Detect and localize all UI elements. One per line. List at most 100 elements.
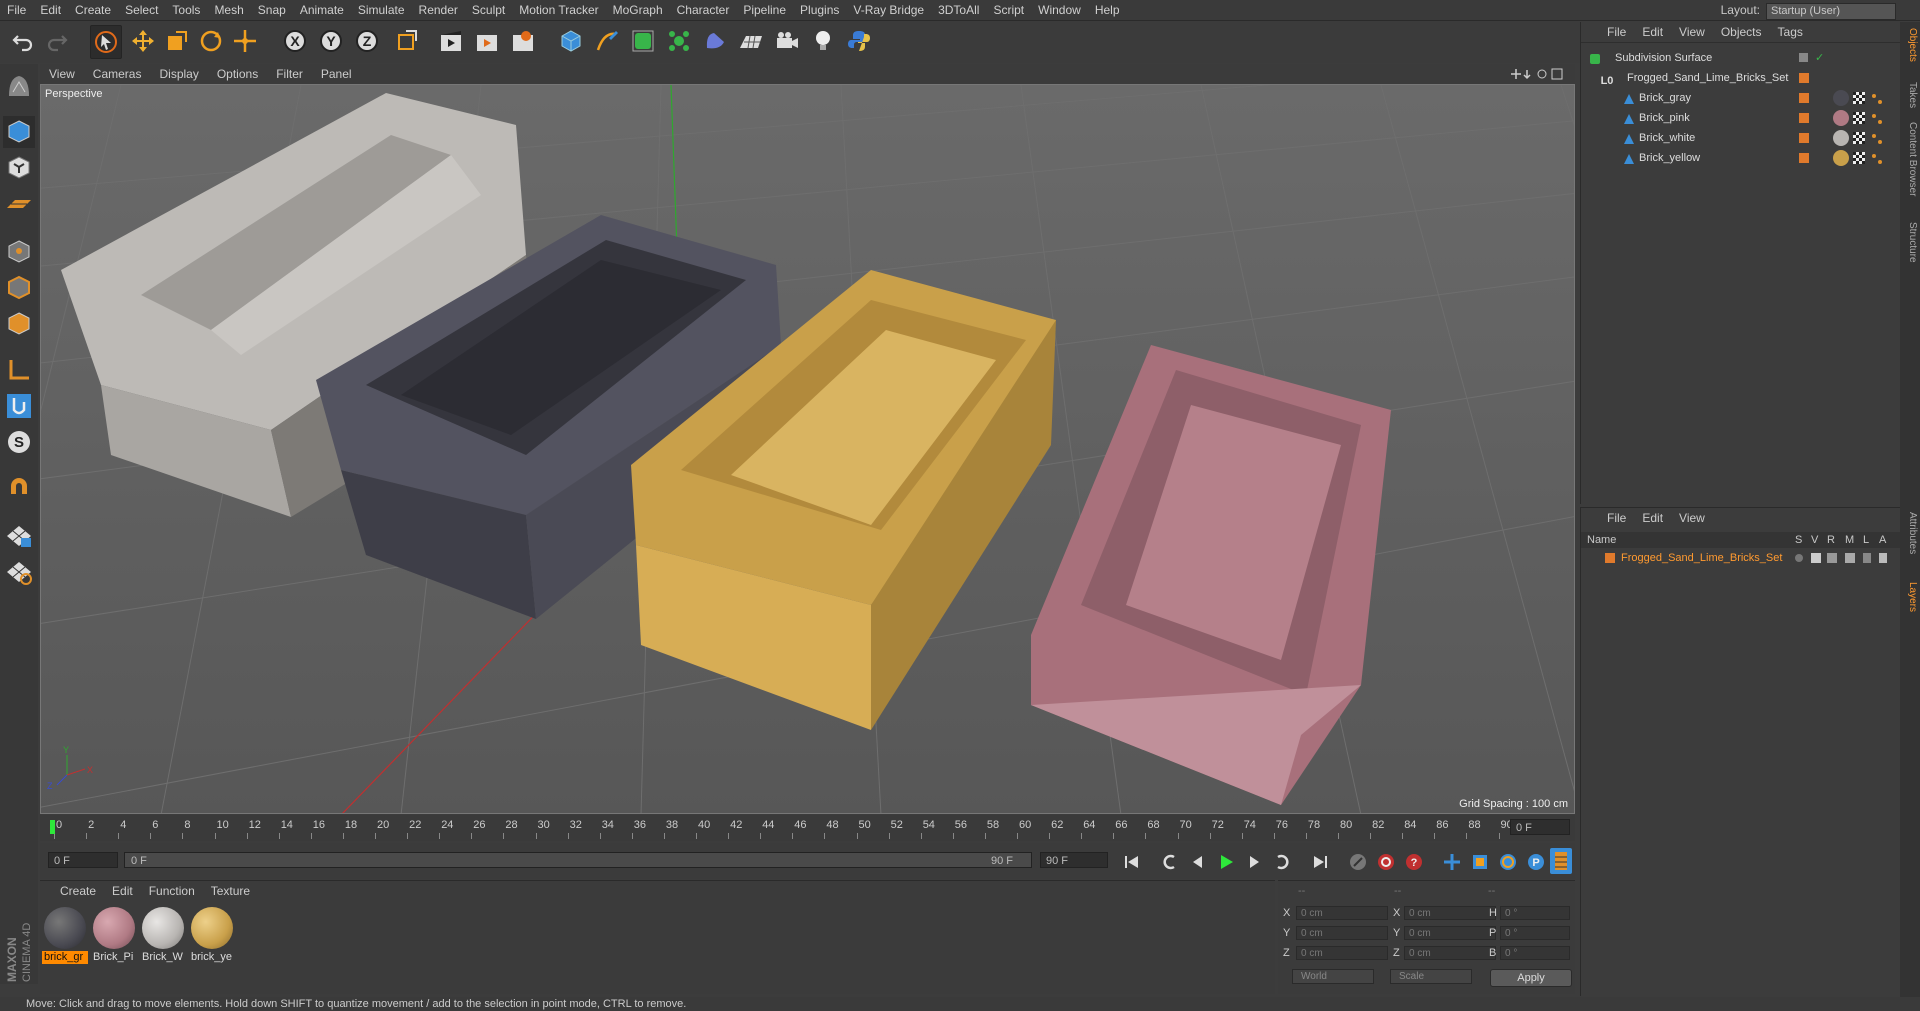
next-frame-icon[interactable] xyxy=(1242,851,1266,873)
viewport-nav-icons[interactable] xyxy=(1509,67,1569,81)
viewport-perspective[interactable]: Y X Z Perspective Grid Spacing : 100 cm xyxy=(40,84,1575,814)
current-frame-field[interactable]: 0 F xyxy=(1510,819,1570,835)
points-mode-icon[interactable] xyxy=(3,236,35,268)
material-swatch[interactable]: brick_ye xyxy=(189,905,235,964)
objects-menu-tags[interactable]: Tags xyxy=(1770,22,1811,42)
position-x-field[interactable]: 0 cm xyxy=(1296,906,1388,920)
viewport-menu-view[interactable]: View xyxy=(40,64,84,84)
menu-window[interactable]: Window xyxy=(1031,0,1088,20)
uvw-tag-icon[interactable] xyxy=(1853,152,1865,164)
size-y-field[interactable]: 0 cm xyxy=(1404,926,1496,940)
timeline-toggle-icon[interactable] xyxy=(1550,848,1572,874)
key-parameter-icon[interactable]: P xyxy=(1524,851,1548,873)
editor-visibility-icon[interactable] xyxy=(1799,53,1808,62)
object-row[interactable]: Brick_white xyxy=(1581,128,1901,148)
menu-snap[interactable]: Snap xyxy=(251,0,293,20)
menu-script[interactable]: Script xyxy=(986,0,1031,20)
transform-icon[interactable] xyxy=(230,25,260,57)
cloner-icon[interactable] xyxy=(664,25,694,57)
view-toggle-icon[interactable] xyxy=(1811,553,1821,563)
next-keyframe-icon[interactable] xyxy=(1270,851,1294,873)
layer-row[interactable]: Frogged_Sand_Lime_Bricks_Set xyxy=(1581,550,1901,566)
edges-mode-icon[interactable] xyxy=(3,272,35,304)
animation-toggle-icon[interactable] xyxy=(1879,553,1887,563)
objects-menu-file[interactable]: File xyxy=(1599,22,1634,42)
layout-dropdown[interactable]: Startup (User) xyxy=(1766,3,1896,20)
phong-tag-icon[interactable] xyxy=(1871,112,1883,124)
menu-simulate[interactable]: Simulate xyxy=(351,0,412,20)
deformer-icon[interactable] xyxy=(700,25,730,57)
previous-keyframe-icon[interactable] xyxy=(1158,851,1182,873)
material-swatch[interactable]: brick_gr xyxy=(42,905,88,964)
render-to-picture-viewer-icon[interactable] xyxy=(472,25,502,57)
menu-mograph[interactable]: MoGraph xyxy=(606,0,670,20)
workplane-grid-icon[interactable] xyxy=(3,556,35,588)
timeline-ruler[interactable]: 0 2 4 6 8 10 12 14 16 18 20 22 24 26 28 30 32 34 36 38 40 42 4… xyxy=(40,815,1575,841)
tab-structure[interactable]: Structure xyxy=(1902,222,1918,263)
lock-icon[interactable] xyxy=(1863,553,1871,563)
menu-select[interactable]: Select xyxy=(118,0,165,20)
magnet-icon[interactable] xyxy=(3,472,35,504)
play-icon[interactable] xyxy=(1214,851,1238,873)
viewport-menu-filter[interactable]: Filter xyxy=(267,64,312,84)
tab-takes[interactable]: Takes xyxy=(1902,82,1918,108)
model-mode-icon[interactable] xyxy=(3,116,35,148)
enabled-check-icon[interactable]: ✓ xyxy=(1815,48,1824,68)
undo-icon[interactable] xyxy=(8,25,38,57)
layers-menu-view[interactable]: View xyxy=(1671,508,1713,528)
cube-icon[interactable] xyxy=(556,25,586,57)
apply-button[interactable]: Apply xyxy=(1490,969,1572,987)
y-axis-lock-icon[interactable]: Y xyxy=(316,25,346,57)
key-scale-icon[interactable] xyxy=(1468,851,1492,873)
viewport-menu-panel[interactable]: Panel xyxy=(312,64,361,84)
phong-tag-icon[interactable] xyxy=(1871,92,1883,104)
floor-icon[interactable] xyxy=(736,25,766,57)
render-view-icon[interactable] xyxy=(436,25,466,57)
record-keys-icon[interactable] xyxy=(1346,851,1370,873)
menu-pipeline[interactable]: Pipeline xyxy=(736,0,793,20)
z-axis-lock-icon[interactable]: Z xyxy=(352,25,382,57)
pen-spline-icon[interactable] xyxy=(592,25,622,57)
rotation-h-field[interactable]: 0 ° xyxy=(1500,906,1570,920)
go-to-start-icon[interactable] xyxy=(1120,851,1144,873)
menu-vray-bridge[interactable]: V-Ray Bridge xyxy=(846,0,931,20)
object-row[interactable]: Subdivision Surface ✓ xyxy=(1581,48,1901,68)
position-y-field[interactable]: 0 cm xyxy=(1296,926,1388,940)
workplane-lock-icon[interactable] xyxy=(3,520,35,552)
menu-render[interactable]: Render xyxy=(412,0,465,20)
polygons-mode-icon[interactable] xyxy=(3,308,35,340)
size-mode-dropdown[interactable]: Scale xyxy=(1390,969,1472,984)
uvw-tag-icon[interactable] xyxy=(1853,132,1865,144)
viewport-menu-cameras[interactable]: Cameras xyxy=(84,64,151,84)
light-icon[interactable] xyxy=(808,25,838,57)
menu-create[interactable]: Create xyxy=(68,0,118,20)
live-selection-icon[interactable] xyxy=(90,25,122,59)
size-x-field[interactable]: 0 cm xyxy=(1404,906,1496,920)
menu-help[interactable]: Help xyxy=(1088,0,1127,20)
menu-3dtoall[interactable]: 3DToAll xyxy=(931,0,986,20)
material-tag-icon[interactable] xyxy=(1833,150,1849,166)
move-icon[interactable] xyxy=(128,25,158,57)
make-editable-icon[interactable] xyxy=(3,70,35,102)
tab-content-browser[interactable]: Content Browser xyxy=(1902,122,1918,196)
viewport-menu-display[interactable]: Display xyxy=(150,64,207,84)
coordinate-system-icon[interactable] xyxy=(392,25,422,57)
menu-character[interactable]: Character xyxy=(670,0,737,20)
size-z-field[interactable]: 0 cm xyxy=(1404,946,1496,960)
uvw-tag-icon[interactable] xyxy=(1853,92,1865,104)
layers-menu-file[interactable]: File xyxy=(1599,508,1634,528)
workplane-mode-icon[interactable] xyxy=(3,188,35,220)
previous-frame-icon[interactable] xyxy=(1186,851,1210,873)
subdivision-surface-icon[interactable] xyxy=(628,25,658,57)
uvw-tag-icon[interactable] xyxy=(1853,112,1865,124)
rotation-b-field[interactable]: 0 ° xyxy=(1500,946,1570,960)
menu-sculpt[interactable]: Sculpt xyxy=(465,0,512,20)
tab-attributes[interactable]: Attributes xyxy=(1902,512,1918,554)
end-frame-field[interactable]: 90 F xyxy=(1040,852,1108,868)
object-row[interactable]: Brick_pink xyxy=(1581,108,1901,128)
render-toggle-icon[interactable] xyxy=(1827,553,1837,563)
start-frame-field[interactable]: 0 F xyxy=(48,852,118,868)
material-swatch[interactable]: Brick_Pi xyxy=(91,905,137,964)
material-tag-icon[interactable] xyxy=(1833,130,1849,146)
material-menu-edit[interactable]: Edit xyxy=(104,881,141,901)
